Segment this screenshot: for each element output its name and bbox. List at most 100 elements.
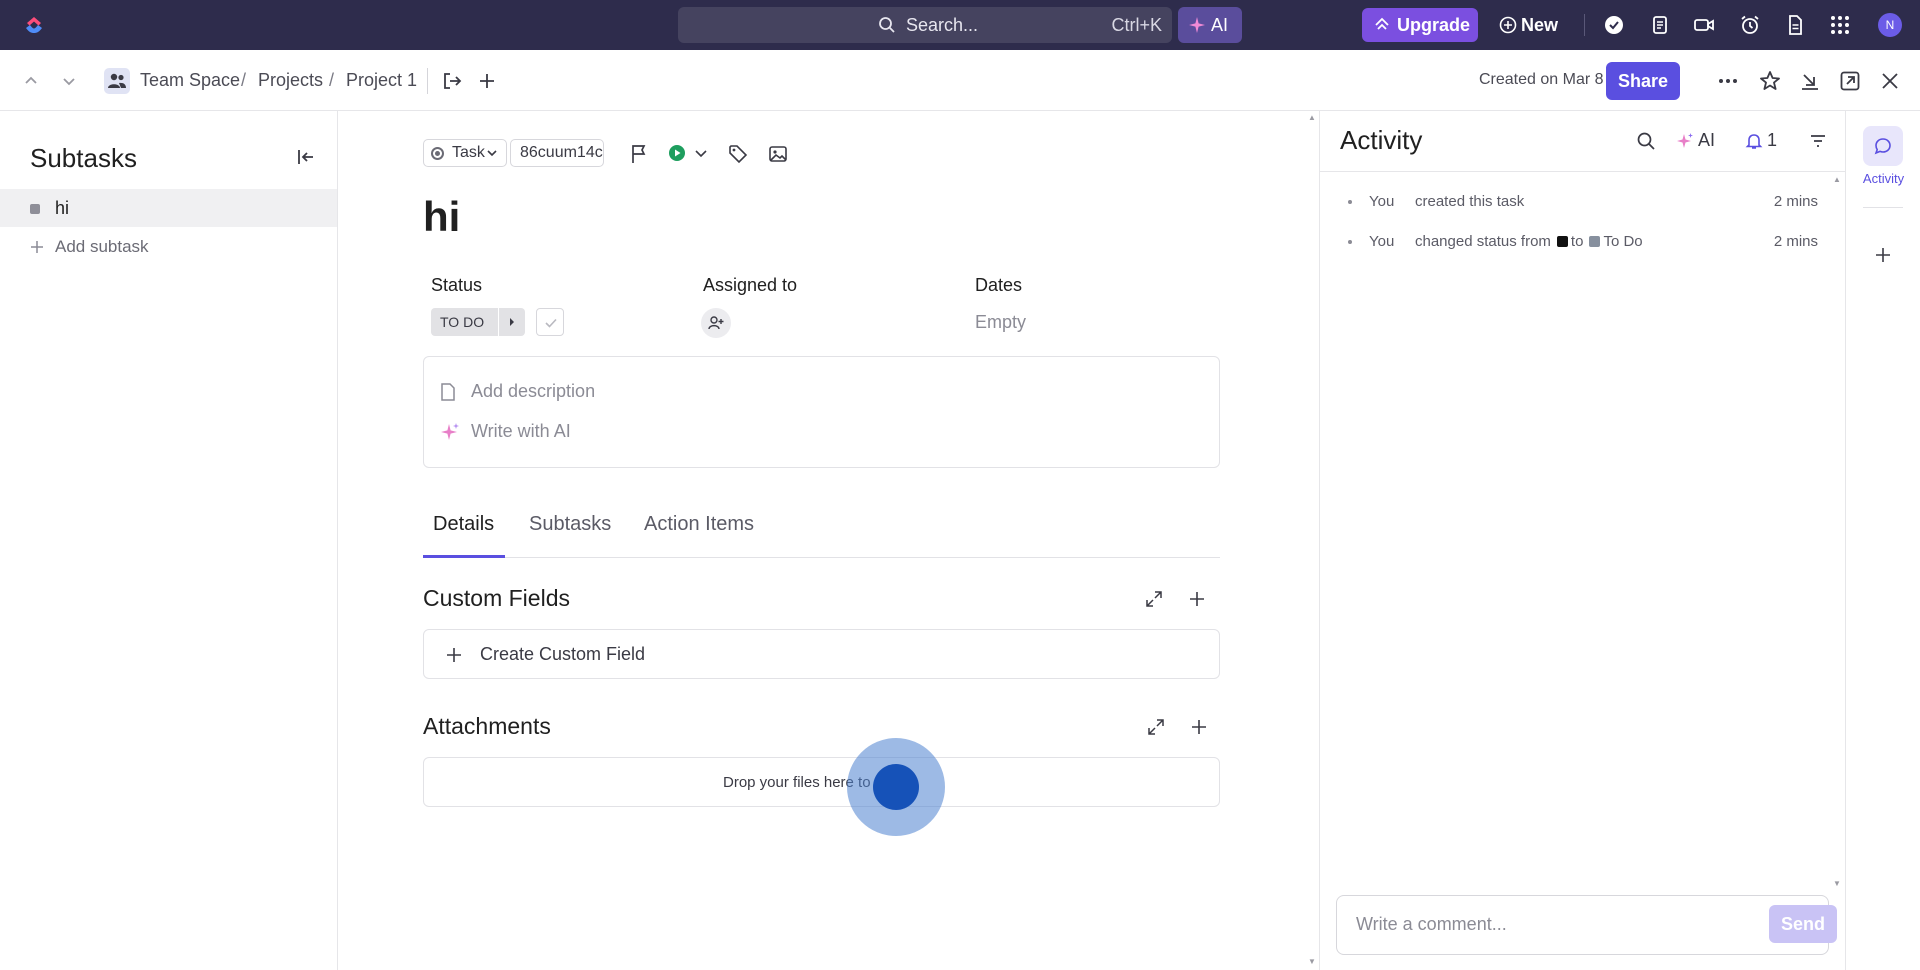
activity-action: created this task [1415,193,1525,210]
tabs-divider [423,557,1220,558]
more-options-icon[interactable] [1716,69,1740,93]
activity-rail-label: Activity [1862,171,1905,186]
status-from-swatch [1556,236,1568,247]
alarm-clock-icon[interactable] [1738,13,1762,37]
activity-action: changed status from [1415,233,1551,250]
expand-arrows-icon[interactable] [1144,589,1164,609]
activity-header-divider [1320,171,1846,172]
image-icon[interactable] [768,144,788,164]
chevron-down-icon [486,147,498,159]
status-label: Status [431,275,483,295]
create-custom-field-button[interactable]: Create Custom Field [423,629,1220,679]
chevron-down-icon[interactable] [58,70,80,92]
expand-arrows-icon[interactable] [1146,717,1166,737]
write-with-ai-label: Write with AI [471,421,571,441]
filter-icon[interactable] [1808,131,1828,151]
expand-icon[interactable] [1838,69,1862,93]
flag-icon[interactable] [630,144,648,164]
status-dropdown[interactable]: TO DO [431,308,525,336]
scroll-down-arrow[interactable]: ▼ [1308,957,1316,966]
tag-icon[interactable] [728,144,748,164]
subtasks-sidebar: Subtasks hi Add subtask [0,111,338,970]
breadcrumb-team-space[interactable]: Team Space [140,70,240,91]
move-task-icon[interactable] [440,69,464,93]
bullet [1348,200,1352,204]
upgrade-icon [1373,16,1391,34]
status-to-swatch [1589,236,1601,247]
task-type-dropdown[interactable]: Task [423,139,507,167]
new-button[interactable]: New [1496,8,1566,42]
plus-icon [445,646,463,664]
breadcrumb-separator: / [329,70,335,90]
search-icon[interactable] [1636,131,1656,151]
document-icon[interactable] [1783,13,1807,37]
bullet [1348,240,1352,244]
tab-subtasks[interactable]: Subtasks [529,513,611,536]
tab-details[interactable]: Details [433,513,494,536]
chevron-down-icon[interactable] [694,148,708,160]
notepad-icon[interactable] [1648,13,1672,37]
topbar-divider [1584,14,1585,36]
dates-value[interactable]: Empty [975,312,1026,333]
tab-action-items[interactable]: Action Items [644,513,754,536]
description-box[interactable]: Add description Write with AI [423,356,1220,468]
status-value: TO DO [440,314,485,330]
ai-button-label: AI [1211,15,1229,35]
task-id-label: 86cuum14c [520,144,603,161]
send-button[interactable]: Send [1769,905,1837,943]
clickup-logo-icon[interactable] [22,13,46,37]
activity-time: 2 mins [1773,193,1818,210]
task-title[interactable]: hi [423,193,460,241]
check-circle-icon[interactable] [1602,13,1626,37]
plus-icon[interactable] [1873,245,1893,265]
avatar[interactable]: N [1878,13,1902,37]
close-icon[interactable] [1878,69,1902,93]
upgrade-button[interactable]: Upgrade [1362,8,1478,42]
activity-action-group: changed status from to To Do [1415,233,1643,250]
notification-count: 1 [1767,130,1778,150]
plus-icon[interactable] [1187,589,1207,609]
top-bar: Search... Ctrl+K AI Upgrade New N [0,0,1920,50]
collapse-sidebar-icon[interactable] [296,147,316,167]
play-circle-icon[interactable] [668,144,686,162]
add-assignee-icon[interactable] [701,308,731,338]
scroll-down-arrow[interactable]: ▼ [1833,879,1841,888]
upgrade-label: Upgrade [1397,15,1471,35]
plus-icon[interactable] [1189,717,1209,737]
rail-divider [1863,207,1903,208]
scroll-up-arrow[interactable]: ▲ [1833,175,1841,184]
active-tab-indicator [423,555,505,558]
sidebar-item-subtask[interactable]: hi [0,189,337,227]
bell-icon [1745,132,1763,150]
sparkle-icon [440,422,460,442]
next-status-icon[interactable] [507,317,517,327]
video-icon[interactable] [1692,13,1716,37]
create-custom-field-label: Create Custom Field [480,644,646,664]
plus-icon[interactable] [475,69,499,93]
comment-input[interactable]: Write a comment... Send [1336,895,1837,955]
star-icon[interactable] [1758,69,1782,93]
cursor-dot [873,764,919,810]
share-button[interactable]: Share [1606,62,1680,100]
activity-to-word: to [1570,233,1584,250]
breadcrumb-projects[interactable]: Projects [258,70,323,91]
activity-entry: You created this task 2 mins [1348,193,1818,213]
breadcrumb-project-1[interactable]: Project 1 [346,70,417,91]
status-divider [498,308,499,336]
sparkle-icon [1188,16,1206,34]
mark-complete-button[interactable] [536,308,564,336]
chevron-up-icon[interactable] [20,70,42,92]
new-label: New [1521,15,1559,35]
search-bar[interactable]: Search... Ctrl+K [678,7,1172,43]
task-id[interactable]: 86cuum14c [510,139,604,167]
task-type-icon [431,147,444,160]
plus-icon [30,237,44,257]
minimize-icon[interactable] [1798,69,1822,93]
activity-ai-label: AI [1698,130,1716,150]
sparkle-icon [1676,132,1694,150]
ai-button[interactable]: AI [1178,7,1242,43]
scroll-up-arrow[interactable]: ▲ [1308,113,1316,122]
activity-rail-button[interactable] [1863,126,1903,166]
apps-grid-icon[interactable] [1828,13,1852,37]
attachments-dropzone[interactable]: Drop your files here to [423,757,1220,807]
